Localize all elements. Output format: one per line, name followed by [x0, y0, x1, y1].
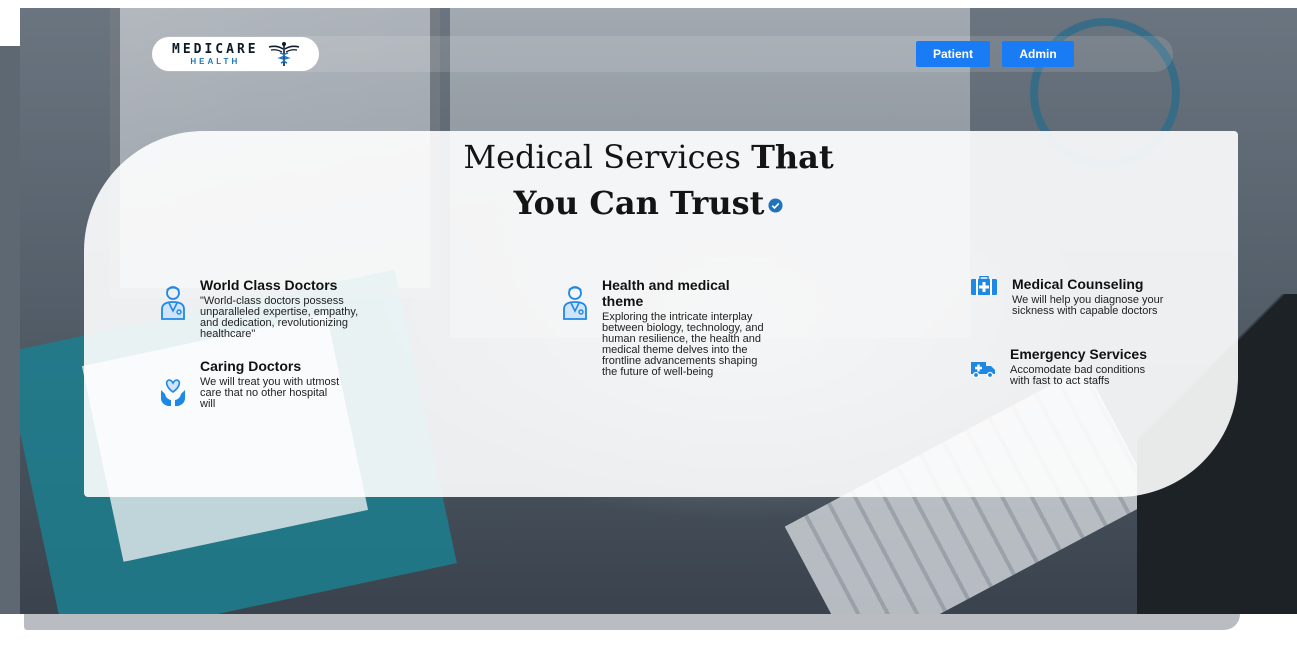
brand-name: MEDICARE [172, 41, 259, 57]
hero-title-line2-text: You Can Trust [513, 184, 765, 222]
caring-hands-icon [161, 379, 185, 406]
check-badge-icon [768, 198, 783, 213]
hero-title-part1: Medical Services [463, 138, 752, 176]
medical-kit-icon [971, 276, 997, 295]
feature-title: World Class Doctors [200, 277, 338, 293]
background-edge [0, 46, 20, 614]
feature-text: Exploring the intricate interplay betwee… [602, 311, 764, 378]
feature-title: Caring Doctors [200, 358, 302, 374]
feature-title: Medical Counseling [1012, 276, 1144, 292]
brand-logo[interactable]: MEDICARE HEALTH [152, 37, 319, 71]
admin-button[interactable]: Admin [1002, 41, 1074, 67]
hero-title-part2: That [751, 138, 834, 176]
feature-world-class-doctors: World Class Doctors "World-class doctors… [160, 277, 380, 340]
doctor-icon [161, 286, 185, 320]
feature-text: "World-class doctors possess unparallele… [200, 295, 359, 340]
feature-text: Accomodate bad conditions with fast to a… [1010, 364, 1146, 387]
patient-button[interactable]: Patient [916, 41, 990, 67]
caduceus-icon [268, 42, 299, 66]
feature-text: We will help you diagnose your sickness … [1012, 294, 1164, 317]
feature-caring-doctors: Caring Doctors We will treat you with ut… [160, 358, 380, 412]
feature-emergency-services: Emergency Services Accomodate bad condit… [970, 346, 1190, 387]
bottom-scroll-bar[interactable] [24, 614, 1240, 630]
hero-title-line2: You Can Trust [0, 184, 1297, 222]
feature-health-medical-theme: Health and medical theme Exploring the i… [562, 277, 782, 378]
feature-title: Emergency Services [1010, 346, 1147, 362]
feature-medical-counseling: Medical Counseling We will help you diag… [970, 276, 1190, 317]
feature-text: We will treat you with utmost care that … [200, 376, 340, 410]
doctor-icon [563, 286, 587, 320]
hero-title-line1: Medical Services That [0, 138, 1297, 176]
feature-title: Health and medical theme [602, 277, 730, 309]
ambulance-icon [971, 362, 995, 378]
brand-subtitle: HEALTH [190, 56, 241, 66]
